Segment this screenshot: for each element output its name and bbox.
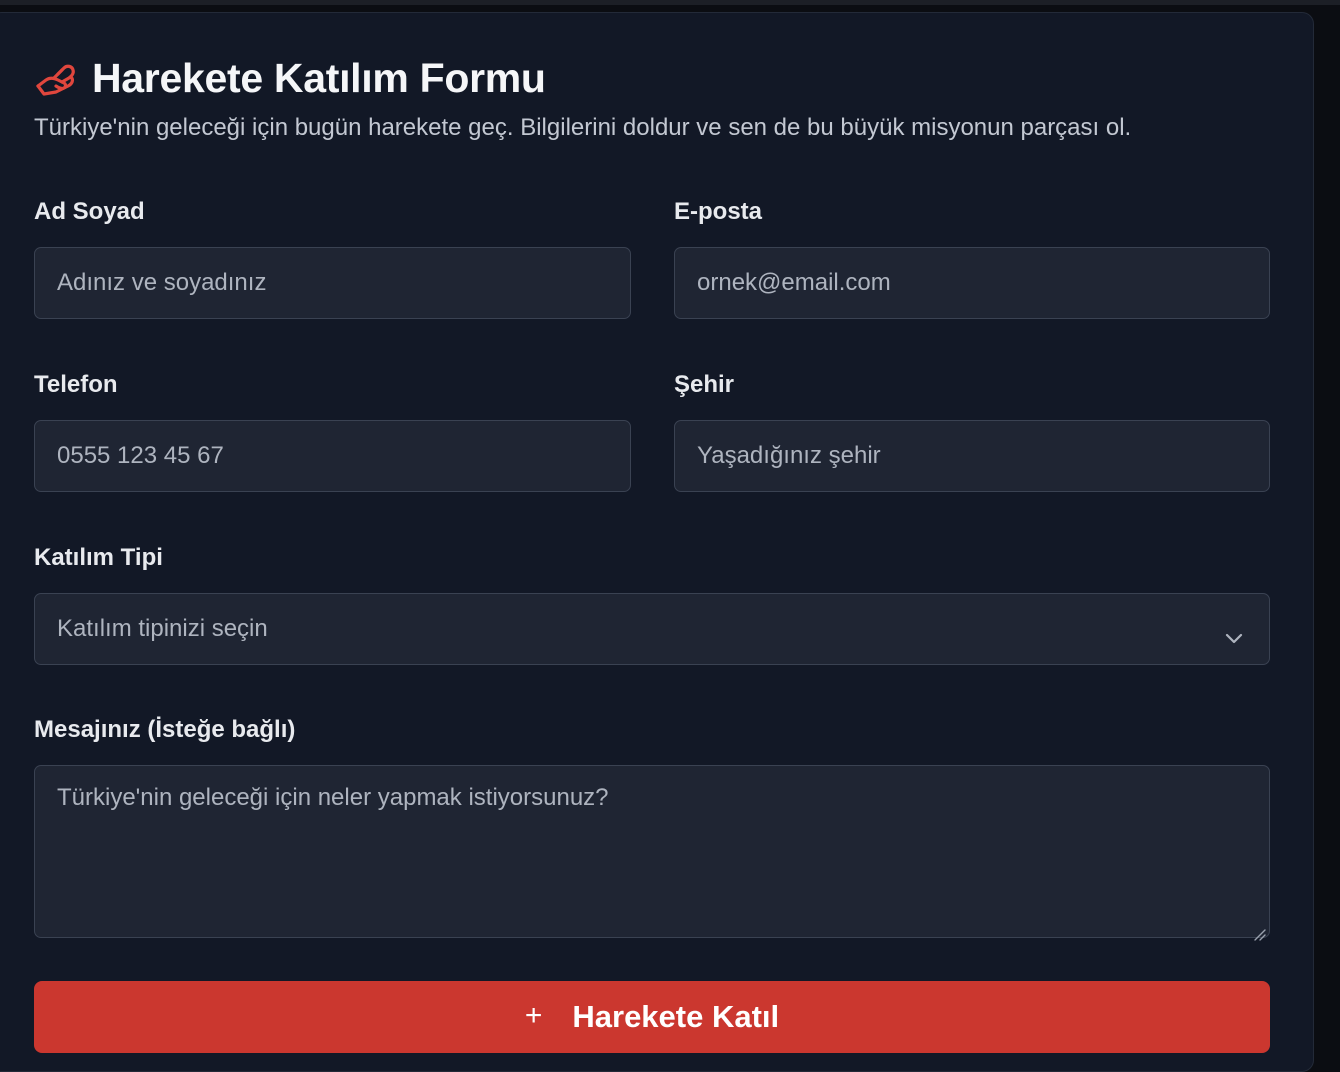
email-input[interactable]: ornek@email.com	[674, 247, 1270, 319]
message-textarea[interactable]: Türkiye'nin geleceği için neler yapmak i…	[34, 765, 1270, 941]
chevron-down-icon	[1225, 623, 1243, 644]
name-input[interactable]: Adınız ve soyadınız	[34, 247, 631, 319]
join-movement-button-label: Harekete Katıl	[572, 999, 780, 1034]
handshake-icon	[34, 56, 78, 100]
email-label: E-posta	[674, 198, 763, 225]
resize-handle-icon[interactable]	[1252, 920, 1266, 941]
form-header: Harekete Katılım Formu	[34, 50, 546, 106]
email-placeholder: ornek@email.com	[697, 269, 891, 296]
phone-placeholder: 0555 123 45 67	[57, 442, 224, 469]
participation-type-label: Katılım Tipi	[34, 544, 163, 571]
participation-type-value: Katılım tipinizi seçin	[57, 615, 268, 642]
plus-icon: +	[524, 999, 543, 1032]
form-description: Türkiye'nin geleceği için bugün harekete…	[34, 114, 1132, 141]
city-label: Şehir	[674, 371, 735, 398]
window-top-bar	[0, 0, 1340, 5]
name-label: Ad Soyad	[34, 198, 145, 225]
phone-label: Telefon	[34, 371, 118, 398]
city-placeholder: Yaşadığınız şehir	[697, 442, 881, 469]
join-movement-button[interactable]: + Harekete Katıl	[34, 981, 1270, 1053]
page-title: Harekete Katılım Formu	[92, 54, 546, 101]
phone-input[interactable]: 0555 123 45 67	[34, 420, 631, 492]
name-placeholder: Adınız ve soyadınız	[57, 269, 267, 296]
message-placeholder: Türkiye'nin geleceği için neler yapmak i…	[57, 784, 609, 811]
participation-type-select[interactable]: Katılım tipinizi seçin	[34, 593, 1270, 665]
city-input[interactable]: Yaşadığınız şehir	[674, 420, 1270, 492]
message-label: Mesajınız (İsteğe bağlı)	[34, 716, 296, 743]
